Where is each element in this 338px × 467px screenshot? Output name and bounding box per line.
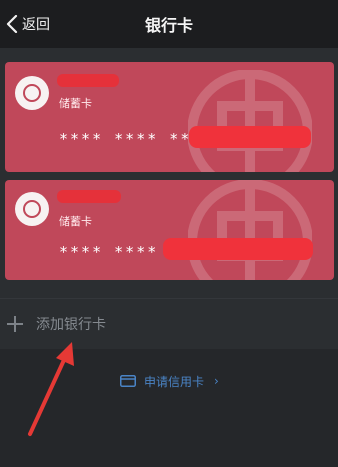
- apply-credit-card-label: 申请信用卡: [144, 374, 205, 389]
- credit-card-icon: [120, 375, 136, 387]
- top-bar: 返回 银行卡: [0, 0, 338, 48]
- apply-credit-card-link[interactable]: 申请信用卡 ›: [120, 372, 219, 390]
- redacted-bank-name: [57, 190, 121, 203]
- annotation-arrow-icon: [28, 342, 74, 436]
- bank-card[interactable]: 储蓄卡 **** **** ****: [5, 62, 334, 172]
- redacted-card-number: [163, 238, 313, 260]
- bank-card[interactable]: 储蓄卡 **** **** ****: [5, 180, 334, 280]
- bank-watermark-icon: [188, 70, 312, 172]
- bank-logo-icon: [15, 76, 49, 110]
- chevron-right-icon: ›: [214, 374, 219, 388]
- page-title: 银行卡: [144, 16, 193, 35]
- redacted-bank-name: [57, 74, 119, 87]
- redacted-card-number: [189, 126, 311, 148]
- bank-logo-icon: [15, 192, 49, 226]
- bank-watermark-icon: [188, 180, 312, 280]
- card-type: 储蓄卡: [59, 215, 92, 228]
- card-type: 储蓄卡: [59, 97, 92, 110]
